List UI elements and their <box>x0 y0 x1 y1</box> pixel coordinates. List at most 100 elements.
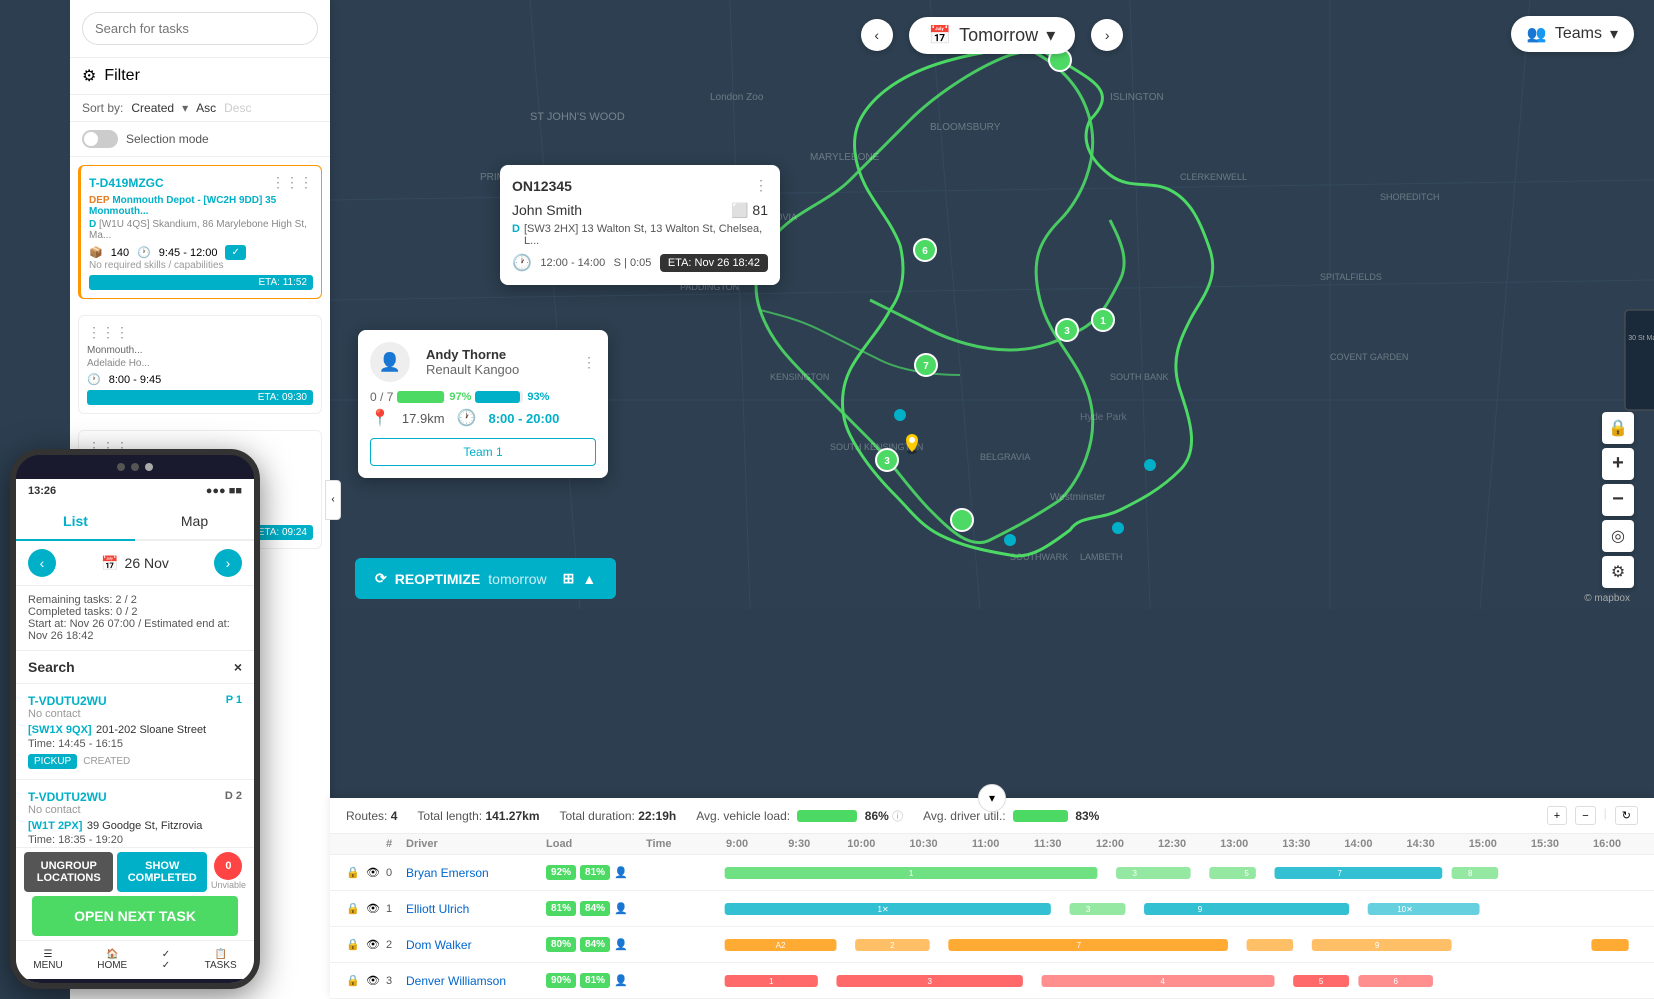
zoom-in-table-btn[interactable]: + <box>1547 806 1567 825</box>
clock-icon-2: 🕐 <box>87 373 101 386</box>
driver-name-0[interactable]: Bryan Emerson <box>406 864 546 882</box>
home-bar-back[interactable]: ‹ <box>211 984 216 989</box>
driver-link-1[interactable]: Elliott Ulrich <box>406 902 469 916</box>
driver-avatar: 👤 <box>370 342 410 382</box>
nav-home[interactable]: 🏠 HOME <box>97 949 127 971</box>
driver-link-0[interactable]: Bryan Emerson <box>406 866 489 880</box>
task-1-load: 140 <box>111 247 129 259</box>
task-2-meta: 🕐 8:00 - 9:45 <box>87 373 313 386</box>
teams-icon: 👥 <box>1527 24 1547 44</box>
load-cell-2: 80% 84% 👤 <box>546 937 646 952</box>
nav-menu[interactable]: ☰ MENU <box>33 949 62 971</box>
created-badge-1: CREATED <box>83 756 130 767</box>
search-tasks-input[interactable] <box>82 12 318 45</box>
driver-stats-row: 📍 17.9km 🕐 8:00 - 20:00 <box>370 408 596 428</box>
driver-row-3[interactable]: 🔒 👁 3 Denver Williamson 90% 81% 👤 1 3 4 … <box>330 963 1654 999</box>
avg-load-stat: Avg. vehicle load: 86% ⓘ <box>696 808 903 824</box>
svg-text:CLERKENWELL: CLERKENWELL <box>1180 172 1247 182</box>
collapse-panel-btn[interactable]: ▾ <box>978 784 1006 812</box>
row-0-num: 0 <box>386 867 406 879</box>
compass-btn[interactable]: ◎ <box>1602 520 1634 552</box>
phone-task-1-addr-row: [SW1X 9QX] 201-202 Sloane Street <box>28 720 242 738</box>
eye-icon-0[interactable]: 👁 <box>366 866 386 879</box>
task-card-2[interactable]: ⋮⋮⋮ Monmouth... Adelaide Ho... 🕐 8:00 - … <box>78 315 322 414</box>
task-1-action-btn[interactable]: ✓ <box>225 245 245 260</box>
driver-icon-0: 👤 <box>614 866 628 879</box>
remaining-tasks: Remaining tasks: 2 / 2 <box>28 594 242 606</box>
phone-task-item-2[interactable]: T-VDUTU2WU D 2 No contact [W1T 2PX] 39 G… <box>16 780 254 847</box>
open-next-task-btn[interactable]: OPEN NEXT TASK <box>32 896 238 936</box>
lock-map-btn[interactable]: 🔒 <box>1602 412 1634 444</box>
task-2-menu-btn[interactable]: ⋮⋮⋮ <box>87 324 129 341</box>
chevron-down-icon: ▾ <box>1046 25 1055 46</box>
driver-name-2[interactable]: Dom Walker <box>406 936 546 954</box>
driver-distance: 17.9km <box>402 411 445 426</box>
driver-row-1[interactable]: 🔒 👁 1 Elliott Ulrich 81% 84% 👤 1✕ 3 9 10… <box>330 891 1654 927</box>
time-16: 16:00 <box>1576 838 1638 850</box>
popup-header: ON12345 ⋮ <box>512 177 768 194</box>
tab-list[interactable]: List <box>16 503 135 541</box>
nav-check[interactable]: ✓ ✓ <box>162 949 170 971</box>
lock-icon-2[interactable]: 🔒 <box>346 938 366 951</box>
london-label: London <box>980 360 1061 386</box>
driver-popup-menu-btn[interactable]: ⋮ <box>582 354 596 371</box>
task-1-menu-btn[interactable]: ⋮⋮⋮ <box>271 174 313 191</box>
zoom-out-btn[interactable]: − <box>1602 484 1634 516</box>
filter-bar[interactable]: ⚙ Filter <box>70 58 330 95</box>
divider: | <box>1604 806 1607 825</box>
teams-chevron-icon: ▾ <box>1610 24 1618 44</box>
eye-icon-3[interactable]: 👁 <box>366 974 386 987</box>
driver-name-1[interactable]: Elliott Ulrich <box>406 900 546 918</box>
svg-text:5: 5 <box>1244 869 1249 878</box>
task-1-id-row: T-VDUTU2WU P 1 <box>28 694 242 708</box>
selection-mode-toggle[interactable] <box>82 130 118 148</box>
toggle-panel-btn[interactable]: ‹ <box>325 480 341 520</box>
driver-row-2[interactable]: 🔒 👁 2 Dom Walker 80% 84% 👤 A2 2 7 9 <box>330 927 1654 963</box>
home-bar-circle[interactable]: ○ <box>134 984 144 989</box>
timeline-1: 1✕ 3 9 10✕ <box>706 897 1638 921</box>
svg-text:3: 3 <box>927 977 932 986</box>
sort-by-value[interactable]: Created <box>131 101 174 115</box>
next-date-btn[interactable]: › <box>1091 19 1123 51</box>
driver-row-0[interactable]: 🔒 👁 0 Bryan Emerson 92% 81% 👤 1 3 5 7 8 <box>330 855 1654 891</box>
ungroup-locations-btn[interactable]: UNGROUP LOCATIONS <box>24 852 113 892</box>
driver-link-2[interactable]: Dom Walker <box>406 938 472 952</box>
tab-map[interactable]: Map <box>135 503 254 539</box>
lock-icon-0[interactable]: 🔒 <box>346 866 366 879</box>
completed-tasks: Completed tasks: 0 / 2 <box>28 606 242 618</box>
load-pct-label: 97% <box>449 391 471 403</box>
reoptimize-grid-icon: ⊞ <box>563 570 575 587</box>
eye-icon-2[interactable]: 👁 <box>366 938 386 951</box>
time-9: 9:00 <box>706 838 768 850</box>
team-assign-btn[interactable]: Team 1 <box>370 438 596 466</box>
phone-next-date-btn[interactable]: › <box>214 549 242 577</box>
zoom-out-table-btn[interactable]: − <box>1575 806 1595 825</box>
teams-btn[interactable]: 👥 Teams ▾ <box>1511 16 1634 52</box>
lock-icon-1[interactable]: 🔒 <box>346 902 366 915</box>
phone-task-item-1[interactable]: T-VDUTU2WU P 1 No contact [SW1X 9QX] 201… <box>16 684 254 780</box>
date-selector-btn[interactable]: 📅 Tomorrow ▾ <box>909 17 1075 54</box>
nav-tasks[interactable]: 📋 TASKS <box>205 949 237 971</box>
menu-icon: ☰ <box>33 949 62 960</box>
zoom-in-btn[interactable]: + <box>1602 448 1634 480</box>
lock-icon-3[interactable]: 🔒 <box>346 974 366 987</box>
sort-desc-btn[interactable]: Desc <box>224 101 251 115</box>
phone-prev-date-btn[interactable]: ‹ <box>28 549 56 577</box>
eye-icon-1[interactable]: 👁 <box>366 902 386 915</box>
prev-date-btn[interactable]: ‹ <box>861 19 893 51</box>
driver-link-3[interactable]: Denver Williamson <box>406 974 506 988</box>
close-search-btn[interactable]: × <box>234 659 242 675</box>
load-cell-1: 81% 84% 👤 <box>546 901 646 916</box>
driver-name-3[interactable]: Denver Williamson <box>406 972 546 990</box>
home-bar-grid[interactable]: ⊞ <box>54 983 67 989</box>
sort-asc-btn[interactable]: Asc <box>196 101 216 115</box>
task-1-time: 9:45 - 12:00 <box>159 247 218 259</box>
driver-icon-3: 👤 <box>614 974 628 987</box>
time-1330: 13:30 <box>1265 838 1327 850</box>
show-completed-btn[interactable]: SHOW COMPLETED <box>117 852 206 892</box>
task-card-1[interactable]: T-D419MZGC ⋮⋮⋮ DEP Monmouth Depot - [WC2… <box>78 165 322 299</box>
popup-menu-btn[interactable]: ⋮ <box>754 177 768 194</box>
refresh-table-btn[interactable]: ↻ <box>1615 806 1638 825</box>
reoptimize-btn[interactable]: ⟳ REOPTIMIZE tomorrow ⊞ ▲ <box>355 558 616 599</box>
settings-map-btn[interactable]: ⚙ <box>1602 556 1634 588</box>
